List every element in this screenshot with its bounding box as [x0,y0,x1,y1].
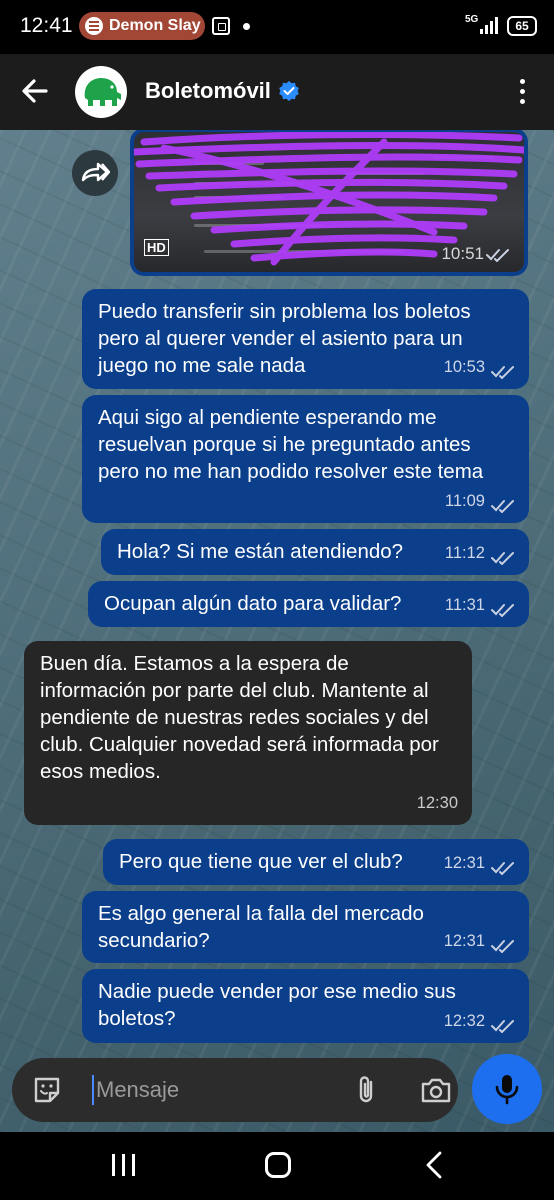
network-type: 5G [465,14,479,25]
notification-dot-icon [243,23,250,30]
spotify-icon [85,17,103,35]
message-text: Ocupan algún dato para validar? [104,592,402,615]
message-bubble-outgoing[interactable]: Aqui sigo al pendiente esperando me resu… [82,395,529,523]
status-bar: 12:41 Demon Slay 5G 65 [0,0,554,54]
elephant-logo-icon [84,78,121,106]
message-time: 10:51 [441,244,484,263]
screenshot-icon [212,17,230,35]
message-bubble-outgoing[interactable]: Hola? Si me están atendiendo? 11:12 [101,529,529,575]
voice-record-button[interactable] [472,1054,542,1124]
message-text: Nadie puede vender por ese medio sus bol… [98,980,456,1030]
verified-badge-icon [279,81,299,101]
attachment-icon[interactable] [352,1074,382,1106]
message-text: Puedo transferir sin problema los boleto… [98,300,471,377]
message-composer [12,1058,458,1122]
forward-icon [81,162,110,182]
more-options-icon[interactable] [512,76,532,108]
hd-badge: HD [144,239,169,256]
message-bubble-outgoing[interactable]: Nadie puede vender por ese medio sus bol… [82,969,529,1043]
sticker-icon[interactable] [32,1075,62,1105]
status-time: 12:41 [20,14,73,37]
home-icon[interactable] [265,1152,291,1178]
message-bubble-outgoing[interactable]: Pero que tiene que ver el club? 12:31 [103,839,529,885]
text-caret [92,1075,94,1105]
message-text: Hola? Si me están atendiendo? [117,540,404,563]
chat-title[interactable]: Boletomóvil [145,78,271,104]
read-checks-icon [491,862,514,875]
message-time: 12:31 [443,932,485,950]
avatar[interactable] [75,66,127,118]
read-checks-icon [491,552,514,565]
image-message[interactable]: HD 10:51 [130,130,528,276]
message-time: 12:31 [443,854,485,872]
camera-icon[interactable] [420,1074,452,1106]
message-time: 11:31 [444,596,485,614]
read-checks-icon [491,500,514,513]
read-checks-icon [491,604,514,617]
battery-icon: 65 [507,16,537,36]
message-bubble-incoming[interactable]: Buen día. Estamos a la espera de informa… [24,641,472,825]
forward-button[interactable] [72,150,118,196]
message-input[interactable] [96,1072,326,1108]
read-checks-icon [486,249,509,262]
read-checks-icon [491,366,514,379]
microphone-icon [495,1075,519,1105]
message-time: 11:12 [444,544,485,562]
message-time: 10:53 [443,358,485,376]
media-title: Demon Slay [109,17,201,34]
read-checks-icon [491,1020,514,1033]
chat-area[interactable]: HD 10:51 Puedo transferir sin problema l… [0,130,554,1132]
message-text: Es algo general la falla del mercado sec… [98,902,424,952]
message-time: 11:09 [444,492,485,510]
message-bubble-outgoing[interactable]: Es algo general la falla del mercado sec… [82,891,529,963]
chat-header: Boletomóvil [0,54,554,130]
signal-icon [478,16,498,34]
message-time: 12:30 [416,794,458,812]
nav-back-icon[interactable] [422,1150,446,1180]
message-text: Pero que tiene que ver el club? [119,850,403,873]
message-text: Buen día. Estamos a la espera de informa… [40,652,439,783]
message-time: 12:32 [443,1012,485,1030]
recent-apps-icon[interactable] [112,1154,136,1176]
message-bubble-outgoing[interactable]: Puedo transferir sin problema los boleto… [82,289,529,389]
message-text: Aqui sigo al pendiente esperando me resu… [98,406,484,483]
message-bubble-outgoing[interactable]: Ocupan algún dato para validar? 11:31 [88,581,529,627]
shared-screenshot-image[interactable]: HD 10:51 [134,132,524,272]
back-arrow-icon[interactable] [18,74,52,108]
system-nav-bar [0,1132,554,1200]
media-playback-chip[interactable]: Demon Slay [79,12,205,40]
read-checks-icon [491,940,514,953]
